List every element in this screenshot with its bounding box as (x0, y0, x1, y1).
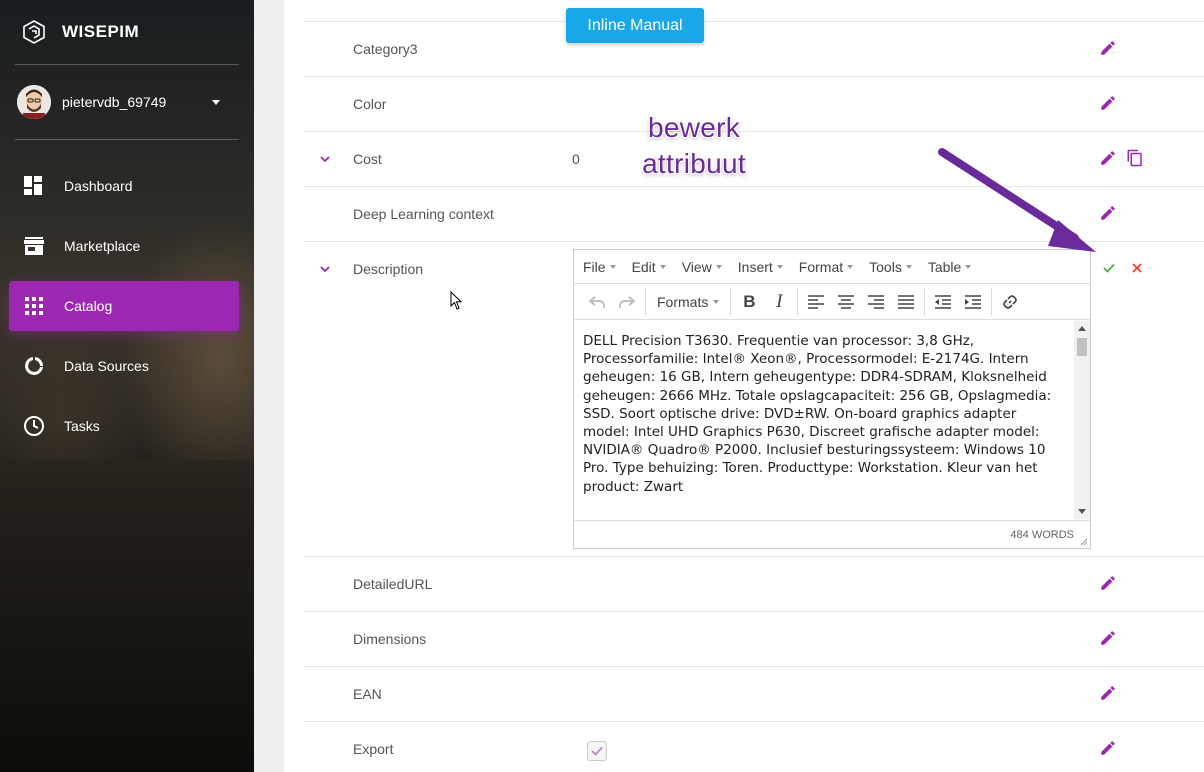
italic-icon[interactable]: I (764, 287, 794, 317)
cursor-icon (450, 291, 463, 310)
editor-scrollbar[interactable] (1074, 321, 1090, 519)
brand[interactable]: WISEPIM (0, 0, 254, 64)
clock-icon (22, 414, 46, 438)
word-count: 484 WORDS (574, 520, 1090, 548)
menu-view[interactable]: View (682, 259, 722, 275)
check-icon (591, 746, 603, 756)
copy-icon[interactable] (1126, 149, 1144, 167)
chevron-down-icon[interactable] (212, 100, 220, 105)
sidebar-item-label: Data Sources (64, 358, 149, 374)
export-checkbox[interactable] (587, 741, 607, 761)
outdent-icon[interactable] (928, 287, 958, 317)
sidebar-background-lake (0, 460, 254, 772)
sidebar-item-dashboard[interactable]: Dashboard (9, 161, 239, 211)
attribute-label: Export (353, 741, 394, 757)
pencil-icon[interactable] (1099, 94, 1117, 112)
toolbar-separator (924, 287, 926, 316)
undo-icon[interactable] (582, 287, 612, 317)
toolbar-separator (730, 287, 732, 316)
menu-tools[interactable]: Tools (869, 259, 912, 275)
align-right-icon[interactable] (861, 287, 891, 317)
annotation-line: attribuut (642, 148, 746, 179)
resize-handle-icon[interactable] (1080, 538, 1088, 546)
attribute-label: Description (353, 261, 424, 277)
description-editor: File Edit View Insert Format Tools Table… (573, 249, 1091, 549)
content-gutter (254, 0, 284, 772)
toolbar-separator (797, 287, 799, 316)
menu-insert[interactable]: Insert (738, 259, 783, 275)
align-center-icon[interactable] (831, 287, 861, 317)
chevron-down-icon[interactable] (320, 154, 330, 164)
user-menu[interactable]: pietervdb_69749 (0, 65, 254, 139)
sidebar-item-marketplace[interactable]: Marketplace (9, 221, 239, 271)
pencil-icon[interactable] (1099, 574, 1117, 592)
chevron-down-icon[interactable] (320, 264, 330, 274)
menu-edit[interactable]: Edit (632, 259, 666, 275)
attribute-label: Category3 (353, 41, 418, 57)
table-row: Dimensions (304, 611, 1204, 666)
align-justify-icon[interactable] (891, 287, 921, 317)
redo-icon[interactable] (612, 287, 642, 317)
editor-content[interactable]: DELL Precision T3630. Frequentie van pro… (574, 321, 1074, 519)
pencil-icon[interactable] (1099, 739, 1117, 757)
editor-toolbar: Formats B I (574, 284, 1090, 320)
close-icon[interactable] (1130, 261, 1144, 275)
pencil-icon[interactable] (1099, 684, 1117, 702)
inline-manual-button[interactable]: Inline Manual (566, 8, 704, 43)
toolbar-separator (991, 287, 993, 316)
attribute-value: 0 (572, 151, 580, 167)
pencil-icon[interactable] (1099, 629, 1117, 647)
sidebar-item-data-sources[interactable]: Data Sources (9, 341, 239, 391)
donut-icon (22, 354, 46, 378)
dashboard-icon (22, 174, 46, 198)
sidebar-nav: Dashboard Marketplace Catalog Data Sourc… (0, 161, 254, 451)
annotation-text: bewerk attribuut (626, 110, 762, 182)
table-row: Export (304, 721, 1204, 772)
attribute-label: DetailedURL (353, 576, 433, 592)
menu-file[interactable]: File (583, 259, 616, 275)
attribute-label: Cost (353, 151, 382, 167)
sidebar: WISEPIM pietervdb_69749 Dashboard Market… (0, 0, 254, 772)
toolbar-separator (645, 287, 646, 316)
sidebar-item-label: Catalog (64, 298, 113, 314)
sidebar-divider (15, 139, 239, 140)
attribute-label: EAN (353, 686, 382, 702)
annotation-line: bewerk (647, 112, 741, 143)
sidebar-item-catalog[interactable]: Catalog (9, 281, 239, 331)
menu-format[interactable]: Format (799, 259, 854, 275)
indent-icon[interactable] (958, 287, 988, 317)
brand-name: WISEPIM (62, 22, 140, 41)
align-left-icon[interactable] (801, 287, 831, 317)
table-row: EAN (304, 666, 1204, 721)
link-icon[interactable] (995, 287, 1025, 317)
grid-icon (22, 294, 46, 318)
bold-icon[interactable]: B (734, 287, 764, 317)
attribute-label: Deep Learning context (353, 206, 494, 222)
table-row: Category3 (304, 21, 1204, 76)
sidebar-item-label: Dashboard (64, 178, 133, 194)
annotation-arrow-icon (938, 148, 1096, 252)
attribute-label: Dimensions (353, 631, 427, 647)
pencil-icon[interactable] (1099, 39, 1117, 57)
store-icon (22, 234, 46, 258)
wisepim-logo-icon (23, 20, 45, 44)
sidebar-item-label: Tasks (64, 418, 100, 434)
table-row: DetailedURL (304, 556, 1204, 611)
username: pietervdb_69749 (62, 94, 167, 110)
sidebar-item-label: Marketplace (64, 238, 141, 254)
avatar (17, 85, 51, 119)
attribute-label: Color (353, 96, 387, 112)
formats-dropdown[interactable]: Formats (649, 294, 727, 310)
sidebar-item-tasks[interactable]: Tasks (9, 401, 239, 451)
